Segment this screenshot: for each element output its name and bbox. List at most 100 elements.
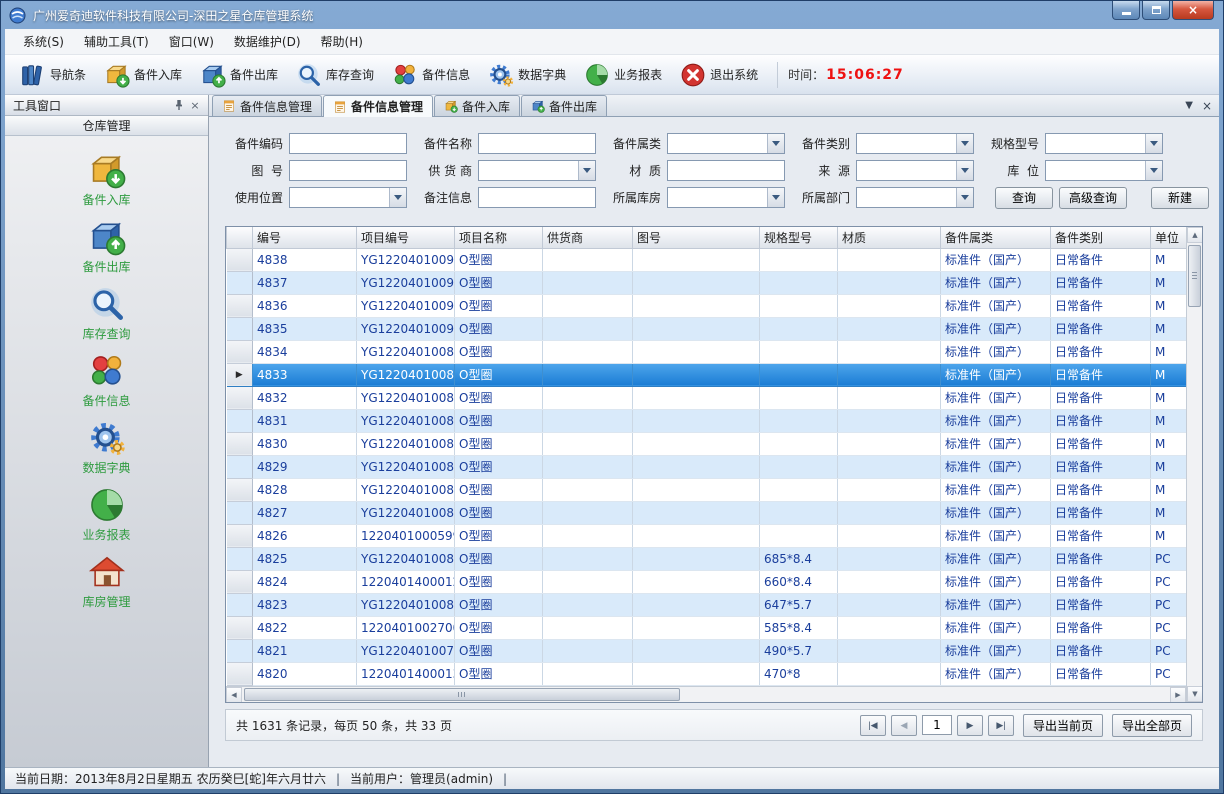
row-selector[interactable] [227, 248, 253, 271]
scroll-left-icon[interactable]: ◀ [226, 687, 242, 703]
sidebar-close-icon[interactable]: × [187, 97, 203, 113]
part-name-input[interactable] [478, 133, 596, 154]
column-header[interactable]: 单位 [1151, 227, 1187, 248]
scroll-up-icon[interactable]: ▲ [1187, 227, 1203, 243]
vscroll-track[interactable] [1187, 243, 1202, 686]
close-button[interactable]: × [1172, 1, 1214, 20]
row-selector[interactable] [227, 547, 253, 570]
query-button[interactable]: 查询 [995, 187, 1053, 209]
column-header[interactable]: 备件属类 [941, 227, 1051, 248]
sidebar-item-report[interactable]: 业务报表 [5, 481, 208, 548]
dropdown-icon[interactable] [389, 188, 406, 207]
dropdown-icon[interactable] [956, 134, 973, 153]
maximize-button[interactable] [1142, 1, 1170, 20]
row-selector[interactable] [227, 271, 253, 294]
source-select[interactable] [856, 160, 974, 181]
parts-in-toolbar-button[interactable]: 备件入库 [95, 59, 191, 91]
warehouse-select[interactable] [667, 187, 785, 208]
column-header[interactable]: 规格型号 [760, 227, 838, 248]
page-number-input[interactable] [922, 715, 952, 735]
supplier-select[interactable] [478, 160, 596, 181]
table-row[interactable]: 4828YG12204010083O型圈标准件（国产）日常备件M [227, 478, 1187, 501]
row-selector[interactable]: ▶ [227, 363, 253, 386]
sidebar-item-parts-out[interactable]: 备件出库 [5, 213, 208, 280]
part-type-select[interactable] [856, 133, 974, 154]
first-page-button[interactable]: |◀ [860, 715, 886, 736]
row-selector[interactable] [227, 662, 253, 685]
remark-input[interactable] [478, 187, 596, 208]
row-selector[interactable] [227, 478, 253, 501]
menu-item-4[interactable]: 帮助(H) [311, 29, 373, 54]
menu-item-0[interactable]: 系统(S) [13, 29, 74, 54]
parts-info-toolbar-button[interactable]: 备件信息 [383, 59, 479, 91]
scroll-right-icon[interactable]: ▶ [1170, 687, 1186, 703]
sidebar-item-stock-query[interactable]: 库存查询 [5, 280, 208, 347]
prev-page-button[interactable]: ◀ [891, 715, 917, 736]
table-row[interactable]: 4823YG12204010080O型圈647*5.7标准件（国产）日常备件PC [227, 593, 1187, 616]
menu-item-1[interactable]: 辅助工具(T) [74, 29, 159, 54]
row-selector[interactable] [227, 570, 253, 593]
dropdown-icon[interactable] [1145, 161, 1162, 180]
usage-position-select[interactable] [289, 187, 407, 208]
column-header[interactable]: 项目名称 [455, 227, 543, 248]
row-selector[interactable] [227, 409, 253, 432]
table-row[interactable]: 4830YG12204010085O型圈标准件（国产）日常备件M [227, 432, 1187, 455]
column-header[interactable]: 材质 [838, 227, 941, 248]
row-selector[interactable] [227, 455, 253, 478]
sidebar-item-warehouse[interactable]: 库房管理 [5, 548, 208, 615]
scroll-down-icon[interactable]: ▼ [1187, 686, 1203, 702]
tab-close-icon[interactable]: × [1202, 99, 1212, 113]
tab-parts-out[interactable]: 备件出库 [521, 95, 607, 116]
vertical-scrollbar[interactable]: ▲ ▼ [1186, 227, 1202, 702]
tab-list-dropdown-icon[interactable]: ▼ [1185, 99, 1193, 113]
exit-toolbar-button[interactable]: 退出系统 [671, 59, 767, 91]
dropdown-icon[interactable] [1145, 134, 1162, 153]
row-selector[interactable] [227, 294, 253, 317]
column-header[interactable]: 编号 [253, 227, 357, 248]
menu-item-2[interactable]: 窗口(W) [159, 29, 224, 54]
sidebar-item-data-dict[interactable]: 数据字典 [5, 414, 208, 481]
dropdown-icon[interactable] [578, 161, 595, 180]
sidebar-item-parts-in[interactable]: 备件入库 [5, 146, 208, 213]
dropdown-icon[interactable] [956, 188, 973, 207]
row-selector[interactable] [227, 639, 253, 662]
hscroll-thumb[interactable] [244, 688, 680, 701]
table-row[interactable]: 48241220401400012O型圈660*8.4标准件（国产）日常备件PC [227, 570, 1187, 593]
next-page-button[interactable]: ▶ [957, 715, 983, 736]
table-row[interactable]: 48201220401400013O型圈470*8标准件（国产）日常备件PC [227, 662, 1187, 685]
drawing-no-input[interactable] [289, 160, 407, 181]
department-select[interactable] [856, 187, 974, 208]
dropdown-icon[interactable] [956, 161, 973, 180]
row-selector[interactable] [227, 317, 253, 340]
tab-parts-in[interactable]: 备件入库 [434, 95, 520, 116]
tab-parts-info-mgmt-1[interactable]: 备件信息管理 [212, 95, 322, 116]
parts-out-toolbar-button[interactable]: 备件出库 [191, 59, 287, 91]
spec-model-select[interactable] [1045, 133, 1163, 154]
sidebar-item-parts-info[interactable]: 备件信息 [5, 347, 208, 414]
export-all-pages-button[interactable]: 导出全部页 [1112, 714, 1192, 737]
advanced-query-button[interactable]: 高级查询 [1059, 187, 1127, 209]
table-row[interactable]: 4836YG12204010091O型圈标准件（国产）日常备件M [227, 294, 1187, 317]
table-row[interactable]: 4837YG12204010092O型圈标准件（国产）日常备件M [227, 271, 1187, 294]
row-selector[interactable] [227, 616, 253, 639]
dropdown-icon[interactable] [767, 188, 784, 207]
row-selector[interactable] [227, 340, 253, 363]
part-category-select[interactable] [667, 133, 785, 154]
row-selector[interactable] [227, 432, 253, 455]
location-select[interactable] [1045, 160, 1163, 181]
table-row[interactable]: 4825YG12204010081O型圈685*8.4标准件（国产）日常备件PC [227, 547, 1187, 570]
vscroll-thumb[interactable] [1188, 245, 1201, 307]
row-selector[interactable] [227, 524, 253, 547]
table-row[interactable]: 4827YG12204010082O型圈标准件（国产）日常备件M [227, 501, 1187, 524]
table-row[interactable]: 48261220401000599O型圈标准件（国产）日常备件M [227, 524, 1187, 547]
table-row[interactable]: 4835YG12204010090O型圈标准件（国产）日常备件M [227, 317, 1187, 340]
column-header[interactable]: 图号 [633, 227, 760, 248]
data-dict-toolbar-button[interactable]: 数据字典 [479, 59, 575, 91]
column-header[interactable]: 供货商 [543, 227, 633, 248]
export-current-page-button[interactable]: 导出当前页 [1023, 714, 1103, 737]
sidebar-group-header[interactable]: 仓库管理 [5, 116, 208, 136]
horizontal-scrollbar[interactable]: ◀ ▶ [226, 686, 1186, 702]
row-selector[interactable] [227, 386, 253, 409]
tab-parts-info-mgmt-2[interactable]: 备件信息管理 [323, 95, 433, 117]
menu-item-3[interactable]: 数据维护(D) [224, 29, 311, 54]
